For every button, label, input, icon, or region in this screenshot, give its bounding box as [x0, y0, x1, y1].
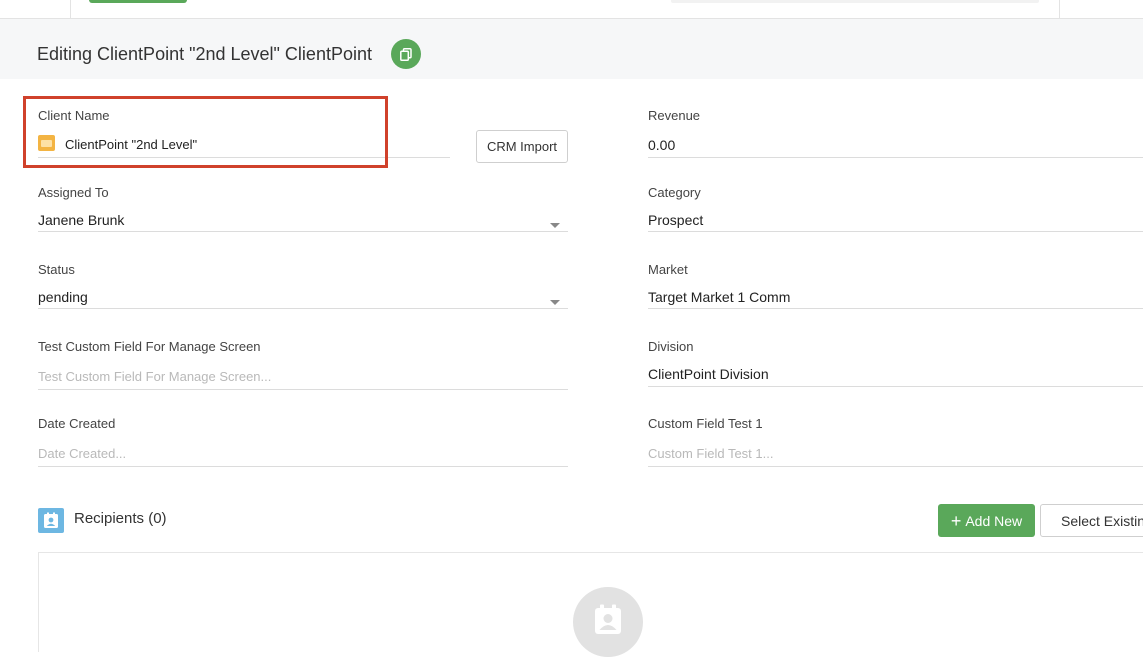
navbar-search-input[interactable] — [671, 0, 1039, 3]
status-label: Status — [38, 262, 75, 277]
category-select[interactable]: Prospect — [648, 212, 703, 228]
navbar-primary-button[interactable] — [89, 0, 187, 3]
contact-card-icon — [38, 508, 64, 533]
navbar-divider — [1059, 0, 1060, 18]
page-title: Editing ClientPoint "2nd Level" ClientPo… — [37, 44, 372, 64]
division-underline — [648, 386, 1143, 387]
assigned-to-underline — [38, 231, 568, 232]
revenue-label: Revenue — [648, 108, 701, 123]
select-existing-button[interactable]: Select Existing — [1040, 504, 1143, 537]
plus-icon: + — [950, 510, 962, 531]
highlight-annotation — [23, 96, 388, 168]
date-created-input[interactable]: Date Created... — [38, 446, 126, 462]
top-navbar — [0, 0, 1143, 19]
custom-field-test-1-underline — [648, 466, 1143, 467]
add-new-button[interactable]: + Add New — [938, 504, 1035, 537]
assigned-to-select[interactable]: Janene Brunk — [38, 212, 124, 228]
market-underline — [648, 308, 1143, 309]
revenue-input[interactable]: 0.00 — [648, 137, 675, 153]
empty-state — [573, 587, 643, 657]
market-label: Market — [648, 262, 688, 277]
category-label: Category — [648, 185, 701, 200]
copy-button[interactable] — [391, 39, 421, 69]
division-label: Division — [648, 339, 694, 354]
assigned-to-label: Assigned To — [38, 185, 109, 200]
market-select[interactable]: Target Market 1 Comm — [648, 289, 790, 305]
contact-card-icon — [595, 604, 621, 634]
chevron-down-icon[interactable] — [550, 223, 560, 228]
navbar-divider — [70, 0, 71, 18]
revenue-underline — [648, 157, 1143, 158]
test-custom-field-input[interactable]: Test Custom Field For Manage Screen... — [38, 369, 271, 385]
test-custom-field-label: Test Custom Field For Manage Screen — [38, 339, 261, 354]
custom-field-test-1-label: Custom Field Test 1 — [648, 416, 763, 431]
category-underline — [648, 231, 1143, 232]
recipients-title: Recipients (0) — [74, 510, 167, 527]
date-created-underline — [38, 466, 568, 467]
test-custom-field-underline — [38, 389, 568, 390]
add-new-label: Add New — [965, 512, 1023, 529]
crm-import-button[interactable]: CRM Import — [476, 130, 568, 163]
custom-field-test-1-input[interactable]: Custom Field Test 1... — [648, 446, 773, 462]
status-select[interactable]: pending — [38, 289, 88, 305]
status-underline — [38, 308, 568, 309]
date-created-label: Date Created — [38, 416, 116, 431]
division-select[interactable]: ClientPoint Division — [648, 366, 769, 382]
copy-icon — [400, 47, 412, 61]
chevron-down-icon[interactable] — [550, 300, 560, 305]
